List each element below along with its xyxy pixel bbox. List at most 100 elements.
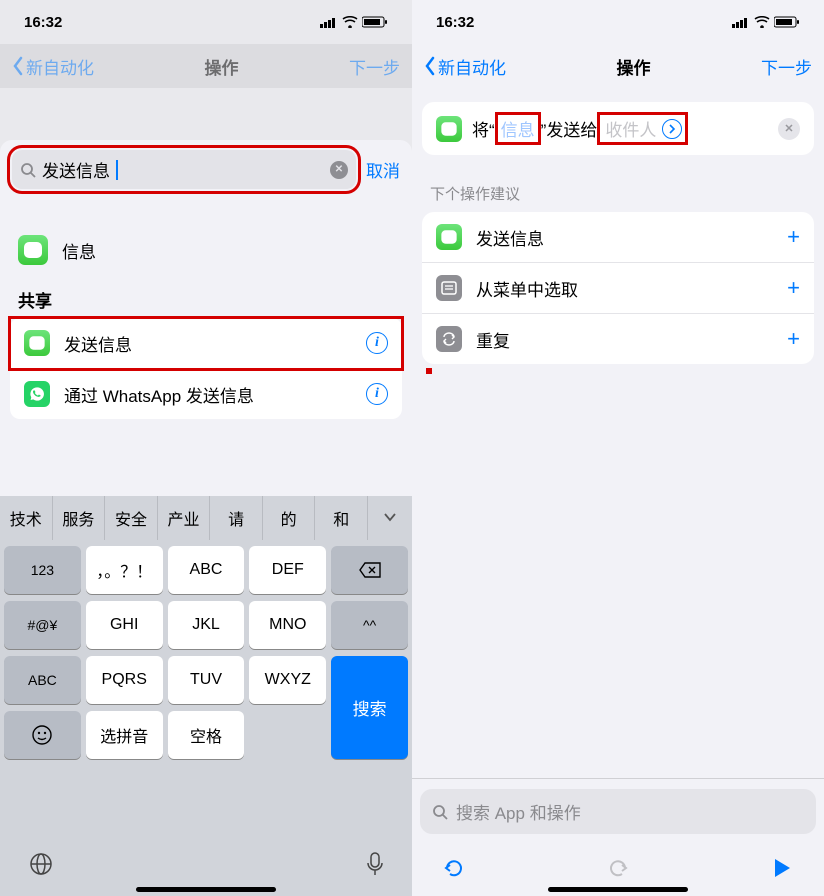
key-def[interactable]: DEF (249, 546, 326, 594)
battery-icon (362, 16, 388, 28)
add-icon[interactable]: + (787, 224, 800, 250)
signal-icon (320, 16, 338, 28)
candidate[interactable]: 安全 (105, 496, 158, 540)
status-time: 16:32 (24, 14, 62, 31)
key-space[interactable]: 空格 (168, 711, 245, 759)
action-text-mid: ”发送给 (541, 116, 598, 141)
search-input[interactable]: 发送信息 (12, 150, 356, 189)
globe-icon[interactable] (28, 851, 54, 877)
key-abc[interactable]: ABC (168, 546, 245, 594)
action-label: 发送信息 (64, 331, 352, 356)
keyboard-candidates: 技术 服务 安全 产业 请 的 和 (0, 496, 412, 540)
key-symbols[interactable]: #@¥ (4, 601, 81, 649)
signal-icon (732, 16, 750, 28)
messages-icon (436, 224, 462, 250)
wifi-icon (342, 16, 358, 28)
delete-action-button[interactable] (778, 118, 800, 140)
chevron-left-icon (12, 56, 24, 76)
key-caret[interactable]: ^^ (331, 601, 408, 649)
status-bar: 16:32 (0, 0, 412, 44)
action-text-prefix: 将“ (472, 116, 495, 141)
action-send-whatsapp[interactable]: 通过 WhatsApp 发送信息 i (10, 369, 402, 419)
info-icon[interactable]: i (366, 383, 388, 405)
recipient-token[interactable]: 收件人 (603, 116, 658, 141)
key-emoji[interactable] (4, 711, 81, 759)
key-pqrs[interactable]: PQRS (86, 656, 163, 704)
candidate[interactable]: 产业 (158, 496, 211, 540)
add-icon[interactable]: + (787, 275, 800, 301)
nav-next[interactable]: 下一步 (761, 54, 812, 79)
candidate[interactable]: 的 (263, 496, 316, 540)
suggestion-send-message[interactable]: 发送信息 + (422, 212, 814, 263)
action-send-message[interactable]: 发送信息 i (10, 318, 402, 369)
redo-icon (605, 855, 631, 881)
key-punct[interactable]: ，。？！ (86, 546, 163, 594)
backspace-icon (358, 561, 382, 579)
suggestion-choose-menu[interactable]: 从菜单中选取 + (422, 263, 814, 314)
status-time: 16:32 (436, 14, 474, 31)
undo-icon (441, 855, 467, 881)
messages-app-icon (18, 235, 48, 265)
action-card: 将“ 信息 ”发送给 收件人 (422, 102, 814, 155)
suggestion-label: 从菜单中选取 (476, 276, 773, 301)
dock-search-input[interactable]: 搜索 App 和操作 (420, 789, 816, 834)
candidate[interactable]: 请 (210, 496, 263, 540)
caret-indicator (426, 368, 432, 374)
messages-icon (436, 116, 462, 142)
nav-title: 操作 (205, 54, 239, 79)
candidate[interactable]: 技术 (0, 496, 53, 540)
key-wxyz[interactable]: WXYZ (249, 656, 326, 704)
menu-icon (436, 275, 462, 301)
clear-icon[interactable] (330, 161, 348, 179)
dock-search-placeholder: 搜索 App 和操作 (456, 799, 581, 824)
mic-icon[interactable] (366, 851, 384, 877)
key-ghi[interactable]: GHI (86, 601, 163, 649)
nav-back-label: 新自动化 (26, 54, 94, 79)
suggestion-label: 发送信息 (476, 225, 773, 250)
run-button[interactable] (764, 850, 800, 886)
section-header: 共享 (0, 277, 412, 318)
search-icon (20, 162, 36, 178)
candidate[interactable]: 和 (315, 496, 368, 540)
candidate[interactable]: 服务 (53, 496, 106, 540)
home-indicator (136, 887, 276, 892)
messages-icon (24, 330, 50, 356)
key-tuv[interactable]: TUV (168, 656, 245, 704)
whatsapp-icon (24, 381, 50, 407)
key-jkl[interactable]: JKL (168, 601, 245, 649)
chevron-left-icon (424, 56, 436, 76)
nav-bar: 新自动化 操作 下一步 (412, 44, 824, 88)
cancel-button[interactable]: 取消 (366, 157, 400, 182)
text-cursor (116, 160, 118, 180)
key-mno[interactable]: MNO (249, 601, 326, 649)
key-123[interactable]: 123 (4, 546, 81, 594)
nav-back[interactable]: 新自动化 (12, 54, 94, 79)
nav-next[interactable]: 下一步 (349, 54, 400, 79)
key-search[interactable]: 搜索 (331, 656, 408, 759)
nav-back[interactable]: 新自动化 (424, 54, 506, 79)
chevron-right-icon[interactable] (662, 119, 682, 139)
suggestions-header: 下个操作建议 (412, 155, 824, 212)
status-icons (320, 16, 388, 28)
keyboard: 123 ，。？！ ABC DEF #@¥ GHI JKL MNO ^^ ABC … (0, 540, 412, 836)
app-category-row[interactable]: 信息 (0, 223, 412, 277)
nav-back-label: 新自动化 (438, 54, 506, 79)
bottom-dock: 搜索 App 和操作 (412, 778, 824, 896)
suggestion-repeat[interactable]: 重复 + (422, 314, 814, 364)
search-value: 发送信息 (42, 157, 110, 182)
suggestion-label: 重复 (476, 327, 773, 352)
message-token[interactable]: 信息 (497, 114, 539, 143)
search-icon (432, 804, 448, 820)
candidates-expand[interactable] (368, 499, 412, 537)
repeat-icon (436, 326, 462, 352)
key-backspace[interactable] (331, 546, 408, 594)
action-label: 通过 WhatsApp 发送信息 (64, 382, 352, 407)
key-pinyin[interactable]: 选拼音 (86, 711, 163, 759)
info-icon[interactable]: i (366, 332, 388, 354)
battery-icon (774, 16, 800, 28)
key-alpha[interactable]: ABC (4, 656, 81, 704)
undo-button[interactable] (436, 850, 472, 886)
redo-button (600, 850, 636, 886)
add-icon[interactable]: + (787, 326, 800, 352)
app-category-label: 信息 (62, 238, 96, 263)
